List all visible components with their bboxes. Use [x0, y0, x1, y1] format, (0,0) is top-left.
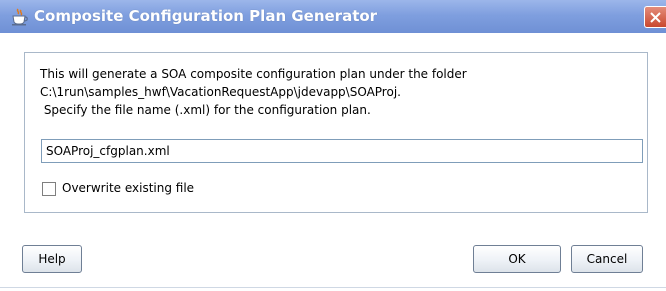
overwrite-label[interactable]: Overwrite existing file [62, 181, 194, 195]
message-line-3: Specify the file name (.xml) for the con… [40, 103, 371, 117]
title-bar[interactable]: Composite Configuration Plan Generator [0, 0, 666, 33]
cancel-button[interactable]: Cancel [571, 245, 643, 273]
content-panel: This will generate a SOA composite confi… [24, 52, 648, 213]
overwrite-checkbox[interactable] [42, 182, 56, 196]
help-button[interactable]: Help [22, 245, 82, 273]
bottom-divider [0, 287, 666, 288]
window-title: Composite Configuration Plan Generator [34, 7, 378, 25]
java-cup-icon [10, 7, 30, 27]
file-name-input[interactable] [41, 139, 643, 163]
ok-button[interactable]: OK [473, 245, 561, 273]
message-line-2: C:\1run\samples_hwf\VacationRequestApp\j… [40, 85, 401, 99]
message-text: This will generate a SOA composite confi… [40, 65, 640, 119]
message-line-1: This will generate a SOA composite confi… [40, 67, 467, 81]
close-icon[interactable] [644, 6, 666, 28]
